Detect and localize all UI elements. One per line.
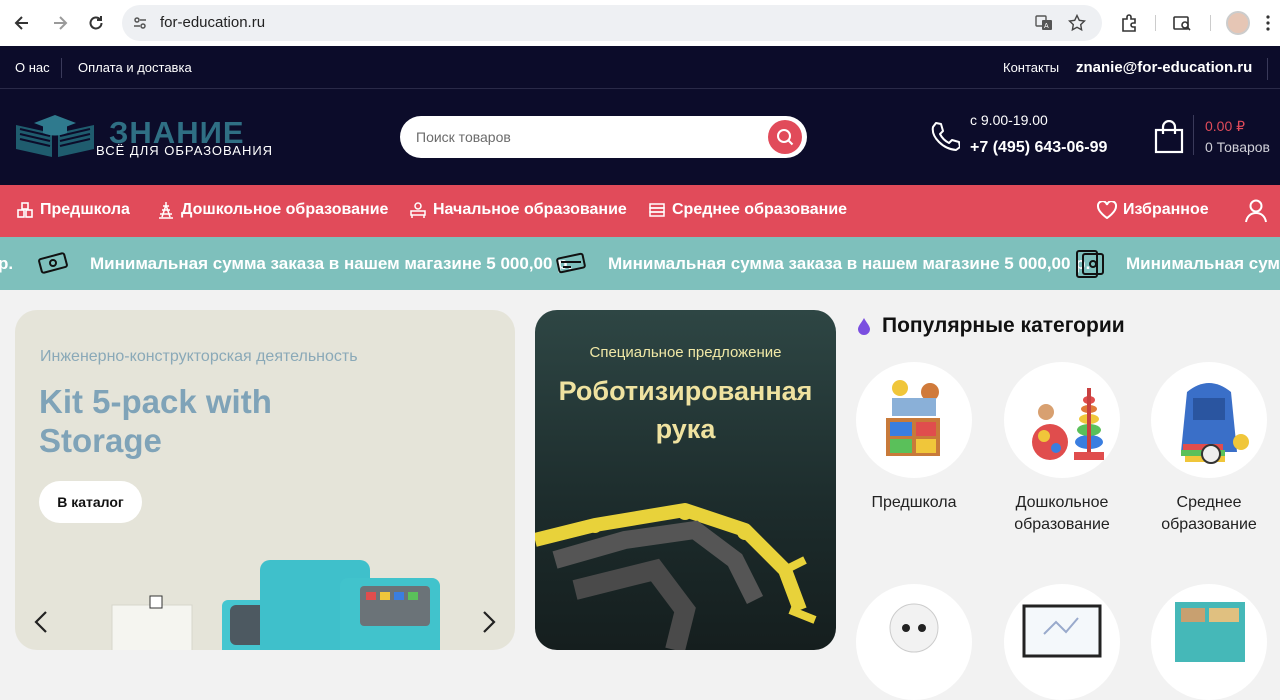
popular-heading-text: Популярные категории (882, 314, 1125, 337)
email-link[interactable]: znanie@for-education.ru (1076, 59, 1252, 76)
tab-search-icon[interactable] (1170, 11, 1194, 35)
browser-toolbar: for-education.ru A (0, 0, 1280, 46)
favorites-label: Избранное (1123, 201, 1209, 218)
catalog-button[interactable]: В каталог (39, 481, 142, 523)
books-icon (649, 203, 665, 217)
translate-icon[interactable]: A (1034, 13, 1054, 33)
extensions-icon[interactable] (1117, 11, 1141, 35)
popular-item-robot[interactable] (849, 584, 979, 700)
menu-item-secondary-education[interactable]: Среднее образование (648, 201, 847, 219)
popular-item-secondary-education[interactable]: Среднее образование (1144, 362, 1274, 536)
url-text[interactable]: for-education.ru (160, 14, 265, 31)
category-label: Предшкола (871, 494, 957, 511)
user-icon[interactable] (1245, 199, 1267, 228)
slider-next-icon[interactable] (475, 608, 503, 636)
popular-item-board[interactable] (997, 584, 1127, 700)
logo-book-icon[interactable] (14, 113, 96, 164)
popular-heading: Популярные категории (857, 314, 1125, 338)
top-bar: О нас Оплата и доставка Контакты znanie@… (0, 46, 1280, 89)
phone-icon (928, 120, 961, 157)
slider-prev-icon[interactable] (27, 608, 55, 636)
site-settings-icon[interactable] (130, 13, 150, 33)
popular-item-preschool[interactable]: Предшкола (849, 362, 979, 514)
search-icon (777, 129, 794, 146)
category-menu: Предшкола Дошкольное образование Начальн… (0, 185, 1280, 237)
menu-item-preschool[interactable]: Предшкола (16, 201, 130, 219)
category-image (1151, 584, 1267, 700)
menu-item-label: Среднее образование (672, 201, 848, 218)
cart-divider (1193, 115, 1194, 155)
promo-ticker: р. Минимальная сумма заказа в нашем мага… (0, 237, 1280, 290)
popular-item-preschool-education[interactable]: Дошкольное образование (997, 362, 1127, 536)
category-image (1151, 362, 1267, 478)
drop-icon (858, 318, 870, 335)
hero-slider[interactable]: Инженерно-конструкторская деятельность K… (15, 310, 515, 650)
menu-item-label: Начальное образование (433, 201, 627, 218)
heart-icon (1097, 201, 1117, 219)
offer-title: Роботизированная рука (558, 376, 813, 444)
topbar-divider (1267, 58, 1268, 80)
special-offer-banner[interactable]: Специальное предложение Роботизированная… (535, 310, 836, 650)
search-input[interactable]: Поиск товаров (416, 129, 511, 145)
money-icon (37, 248, 71, 283)
robot-arm-image (535, 503, 817, 650)
about-link[interactable]: О нас (15, 60, 50, 75)
search-button[interactable] (768, 120, 802, 154)
ticker-text: Минимальная сумма заказа в нашем магазин… (608, 254, 1091, 273)
profile-avatar[interactable] (1226, 11, 1250, 35)
cart-total[interactable]: 0.00 ₽ (1205, 118, 1245, 135)
popular-item-kits[interactable] (1144, 584, 1274, 700)
reload-icon[interactable] (84, 11, 108, 35)
menu-item-preschool-education[interactable]: Дошкольное образование (157, 201, 388, 219)
search-box[interactable]: Поиск товаров (400, 116, 807, 158)
menu-item-primary-education[interactable]: Начальное образование (409, 201, 627, 219)
address-bar[interactable]: for-education.ru A (122, 5, 1102, 41)
ticker-text: р. (0, 254, 14, 273)
menu-dots-icon[interactable] (1256, 11, 1280, 35)
delivery-link[interactable]: Оплата и доставка (78, 60, 192, 75)
offer-caption: Специальное предложение (589, 344, 782, 361)
svg-text:A: A (1044, 23, 1049, 30)
category-label: Дошкольное образование (1014, 494, 1110, 533)
phone-number[interactable]: +7 (495) 643-06-99 (970, 139, 1107, 157)
site-header: ЗНАНИЕ ВСЁ ДЛЯ ОБРАЗОВАНИЯ Поиск товаров… (0, 89, 1280, 185)
pyramid-icon (159, 202, 173, 219)
category-image (856, 584, 972, 700)
money-stack-icon (1073, 248, 1107, 285)
menu-item-label: Предшкола (40, 201, 130, 218)
forward-icon[interactable] (48, 11, 72, 35)
back-icon[interactable] (10, 11, 34, 35)
logo-subtitle: ВСЁ ДЛЯ ОБРАЗОВАНИЯ (96, 143, 274, 158)
category-image (1004, 584, 1120, 700)
cart-bag-icon[interactable] (1154, 119, 1184, 159)
work-hours: с 9.00-19.00 (970, 112, 1048, 128)
menu-item-label: Дошкольное образование (181, 201, 389, 218)
ticker-text: Минимальная сумма заказа в нашем магазин… (90, 254, 573, 273)
bookmark-star-icon[interactable] (1067, 13, 1087, 33)
desk-icon (410, 202, 426, 218)
slide-title: Kit 5-pack with Storage (39, 383, 272, 459)
ticker-text: Минимальная сумма (1126, 254, 1280, 273)
topbar-divider (61, 58, 62, 78)
storage-boxes-image (111, 560, 440, 650)
money-card-icon (555, 248, 589, 283)
cart-count[interactable]: 0 Товаров (1205, 139, 1270, 155)
toolbar-divider (1155, 15, 1156, 31)
category-image (1004, 362, 1120, 478)
favorites-link[interactable]: Избранное (1097, 201, 1209, 219)
category-label: Среднее образование (1161, 494, 1257, 533)
blocks-icon (17, 202, 33, 218)
category-image (856, 362, 972, 478)
slide-caption: Инженерно-конструкторская деятельность (40, 348, 358, 365)
toolbar-divider (1210, 15, 1211, 31)
contacts-link[interactable]: Контакты (1003, 60, 1059, 75)
